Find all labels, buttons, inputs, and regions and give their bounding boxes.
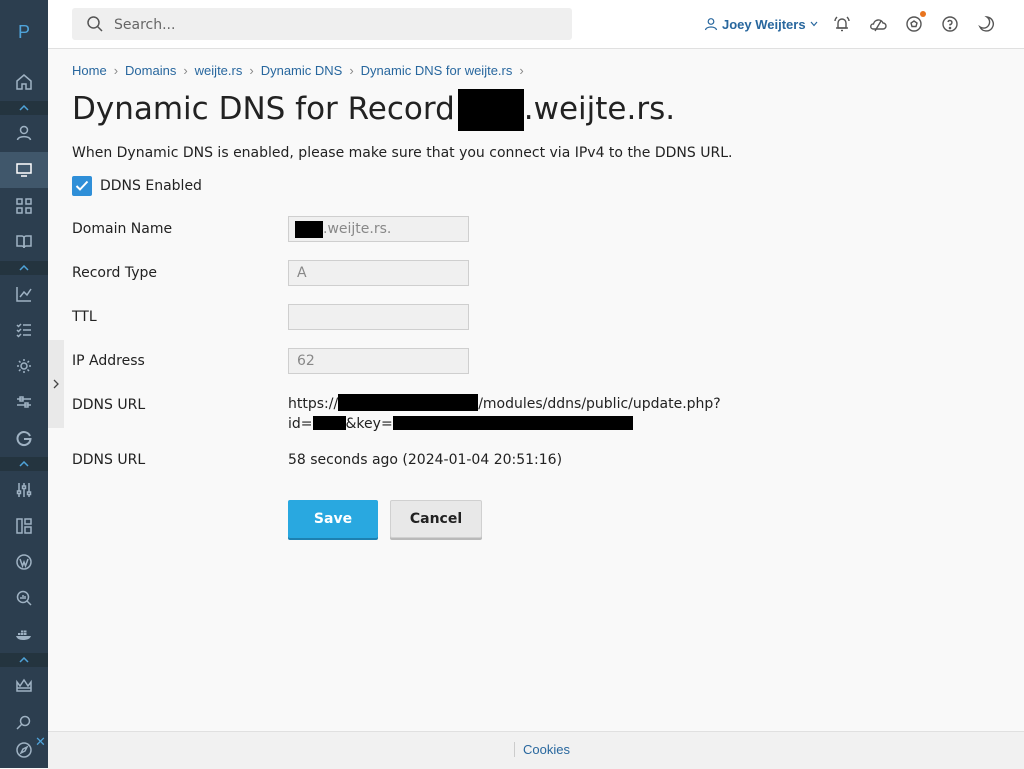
cloud-icon[interactable]: [868, 14, 888, 34]
user-name: Joey Weijters: [722, 16, 806, 32]
breadcrumb: Home › Domains › weijte.rs › Dynamic DNS…: [72, 63, 531, 78]
breadcrumb-domains[interactable]: Domains: [125, 63, 176, 78]
intro-text: When Dynamic DNS is enabled, please make…: [72, 145, 733, 161]
chevron-right-icon: ›: [249, 63, 254, 78]
main-content: Home › Domains › weijte.rs › Dynamic DNS…: [48, 49, 1024, 731]
footer: Cookies: [48, 731, 1024, 769]
domain-name-value: .weijte.rs.: [323, 221, 392, 237]
close-icon[interactable]: ✕: [35, 735, 46, 750]
docker-icon[interactable]: [0, 616, 48, 652]
redaction: [295, 220, 323, 238]
search-box[interactable]: [72, 8, 572, 42]
book-icon[interactable]: [0, 224, 48, 260]
ttl-label: TTL: [72, 309, 97, 325]
chevron-right-icon: ›: [113, 63, 119, 78]
wordpress-icon[interactable]: [0, 544, 48, 580]
bell-icon[interactable]: [832, 14, 852, 34]
ddns-url-value: https:// /modules/ddns/public/update.php?…: [288, 394, 721, 434]
ddns-url-id: id=: [288, 416, 313, 432]
moon-icon[interactable]: [976, 14, 996, 34]
redaction: [312, 416, 346, 430]
apps-icon[interactable]: [0, 188, 48, 224]
collapse-group-icon[interactable]: [0, 261, 48, 275]
page-title-suffix: .weijte.rs.: [523, 91, 676, 127]
ttl-field[interactable]: [288, 304, 469, 330]
breadcrumb-current[interactable]: Dynamic DNS for weijte.rs: [361, 63, 513, 78]
ip-address-field[interactable]: 62: [288, 348, 469, 374]
tasks-icon[interactable]: [0, 312, 48, 348]
ddns-url-path: /modules/ddns/public/update.php?: [478, 396, 721, 412]
ddns-enabled-label: DDNS Enabled: [100, 178, 202, 194]
collapse-group-icon[interactable]: [0, 457, 48, 471]
check-icon: [75, 180, 89, 191]
breadcrumb-dynamic-dns[interactable]: Dynamic DNS: [261, 63, 343, 78]
last-update-value: 58 seconds ago (2024-01-04 20:51:16): [288, 452, 563, 468]
search-input[interactable]: [112, 8, 556, 42]
chevron-right-icon: ›: [183, 63, 188, 78]
breadcrumb-home[interactable]: Home: [72, 63, 107, 78]
notification-dot: [920, 11, 926, 17]
crown-icon[interactable]: [0, 668, 48, 704]
seo-icon[interactable]: [0, 580, 48, 616]
app-logo[interactable]: P: [0, 0, 48, 64]
user-menu[interactable]: Joey Weijters: [704, 15, 818, 33]
extensions-icon[interactable]: [0, 508, 48, 544]
domain-name-label: Domain Name: [72, 221, 173, 237]
page-title: Dynamic DNS for Record .weijte.rs.: [72, 89, 675, 131]
gear-icon[interactable]: [0, 348, 48, 384]
stats-icon[interactable]: [0, 276, 48, 312]
cancel-button[interactable]: Cancel: [390, 500, 482, 538]
user-icon[interactable]: [0, 115, 48, 151]
redaction: [457, 89, 524, 131]
sidebar: P ✕: [0, 0, 48, 768]
websites-icon[interactable]: [0, 152, 48, 188]
sliders-icon[interactable]: [0, 472, 48, 508]
ip-address-label: IP Address: [72, 353, 145, 369]
record-type-field[interactable]: A: [288, 260, 469, 286]
chevron-right-icon: ›: [519, 63, 524, 78]
last-update-label: DDNS URL: [72, 452, 146, 468]
page-title-prefix: Dynamic DNS for Record: [72, 91, 455, 127]
soccer-ball-icon[interactable]: [904, 11, 926, 34]
collapse-group-icon[interactable]: [0, 653, 48, 667]
cookies-link[interactable]: Cookies: [514, 742, 570, 757]
user-icon: [704, 18, 718, 31]
redaction: [338, 394, 479, 411]
redaction: [392, 416, 633, 430]
record-type-label: Record Type: [72, 265, 157, 281]
ddns-url-scheme: https://: [288, 396, 339, 412]
ddns-enabled-checkbox[interactable]: [72, 176, 92, 196]
ddns-url-key: &key=: [345, 416, 393, 432]
help-icon[interactable]: [940, 14, 960, 34]
home-icon[interactable]: [0, 64, 48, 100]
chevron-down-icon: [810, 21, 818, 27]
breadcrumb-domain[interactable]: weijte.rs: [195, 63, 243, 78]
ddns-url-label: DDNS URL: [72, 397, 146, 413]
google-icon[interactable]: [0, 420, 48, 456]
chevron-right-icon: ›: [349, 63, 354, 78]
collapse-group-icon[interactable]: [0, 101, 48, 115]
search-icon: [87, 16, 103, 32]
tools-icon[interactable]: [0, 384, 48, 420]
save-button[interactable]: Save: [288, 500, 378, 538]
domain-name-field[interactable]: .weijte.rs.: [288, 216, 469, 242]
top-bar: Joey Weijters: [48, 0, 1024, 49]
ddns-enabled-row: DDNS Enabled: [72, 176, 202, 196]
